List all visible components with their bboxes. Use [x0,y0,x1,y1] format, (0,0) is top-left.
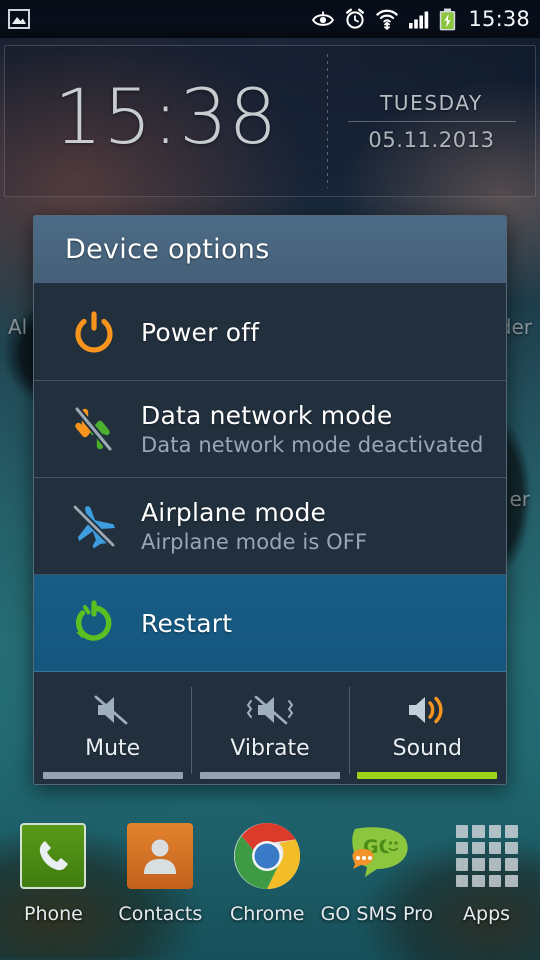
option-title: Power off [141,317,260,347]
power-off-icon [65,309,123,355]
sound-mode-mute[interactable]: Mute [34,677,191,784]
sound-mode-underline [199,772,340,779]
option-data-network-mode[interactable]: Data network mode Data network mode deac… [34,381,506,478]
sound-mode-label: Sound [392,736,462,761]
background-text-left: Al [8,315,28,339]
dock-item-go-sms-pro[interactable]: GO GO SMS Pro [321,820,433,925]
chrome-logo-icon [231,820,303,892]
dock-item-contacts[interactable]: Contacts [107,820,214,925]
eye-icon [311,10,335,28]
option-subtitle: Airplane mode is OFF [141,530,368,554]
option-data-network-mode-text: Data network mode Data network mode deac… [141,401,483,457]
dock-label: Chrome [229,903,305,925]
sound-mode-bar: Mute Vibrate Sound [34,677,506,784]
data-network-mode-icon [65,404,123,454]
mute-icon [92,690,134,730]
go-sms-bubble-icon: GO [341,820,413,892]
phone-screen: 15:38 15:38 TUESDAY 05.11.2013 Al der er… [0,0,540,960]
dock-item-phone[interactable]: Phone [0,820,107,925]
battery-charging-icon [439,8,456,31]
dock-item-apps[interactable]: Apps [433,820,540,925]
background-text-lower-right: er [509,487,530,511]
dialog-header: Device options [34,216,506,284]
dialog-options-list: Power off Data network mode Data network… [34,284,506,677]
vibrate-icon [244,690,296,730]
status-bar-system-icons: 15:38 [311,8,530,31]
signal-bars-icon [408,9,430,29]
sound-mode-label: Vibrate [230,736,310,761]
clock-widget-day: TUESDAY [380,90,483,115]
option-power-off-text: Power off [141,318,259,347]
status-bar-notifications [8,9,30,29]
sound-mode-sound[interactable]: Sound [348,677,506,784]
sound-mode-underline [42,772,183,779]
dock-label: GO SMS Pro [320,903,434,925]
phone-handset-icon [17,820,89,892]
clock-widget-rule [347,120,516,122]
sound-mode-vibrate[interactable]: Vibrate [191,677,348,784]
clock-widget-date: 05.11.2013 [368,127,495,152]
status-bar[interactable]: 15:38 [0,0,540,38]
contacts-person-icon [124,820,196,892]
option-title: Restart [141,608,233,638]
option-restart-text: Restart [141,609,232,638]
option-airplane-mode[interactable]: Airplane mode Airplane mode is OFF [34,478,506,575]
dock-label: Phone [24,903,83,925]
wifi-icon [375,8,399,30]
option-restart[interactable]: Restart [34,575,506,672]
option-airplane-mode-text: Airplane mode Airplane mode is OFF [141,498,367,554]
apps-grid-icon [451,820,523,892]
image-screenshot-icon [8,9,30,29]
clock-widget-date-area: TUESDAY 05.11.2013 [328,46,535,196]
restart-icon [65,599,123,647]
option-title: Airplane mode [141,498,327,527]
clock-widget-time-area: 15:38 [5,46,327,196]
option-power-off[interactable]: Power off [34,284,506,381]
home-dock: Phone Contacts Chrome GO GO SMS Pro Apps [0,820,540,950]
dock-item-chrome[interactable]: Chrome [214,820,321,925]
option-subtitle: Data network mode deactivated [141,433,484,457]
dock-label: Contacts [118,903,203,925]
alarm-clock-icon [344,8,366,30]
device-options-dialog: Device options Power off Data network mo… [33,215,507,785]
clock-widget-time: 15:38 [53,71,279,161]
airplane-mode-icon [65,501,123,551]
dock-label: Apps [463,903,511,925]
sound-mode-underline [357,772,498,779]
clock-widget[interactable]: 15:38 TUESDAY 05.11.2013 [4,45,536,197]
option-title: Data network mode [141,401,393,430]
sound-on-icon [404,690,450,730]
sound-mode-label: Mute [85,736,141,761]
status-bar-clock: 15:38 [468,6,530,31]
dialog-title: Device options [65,234,270,265]
